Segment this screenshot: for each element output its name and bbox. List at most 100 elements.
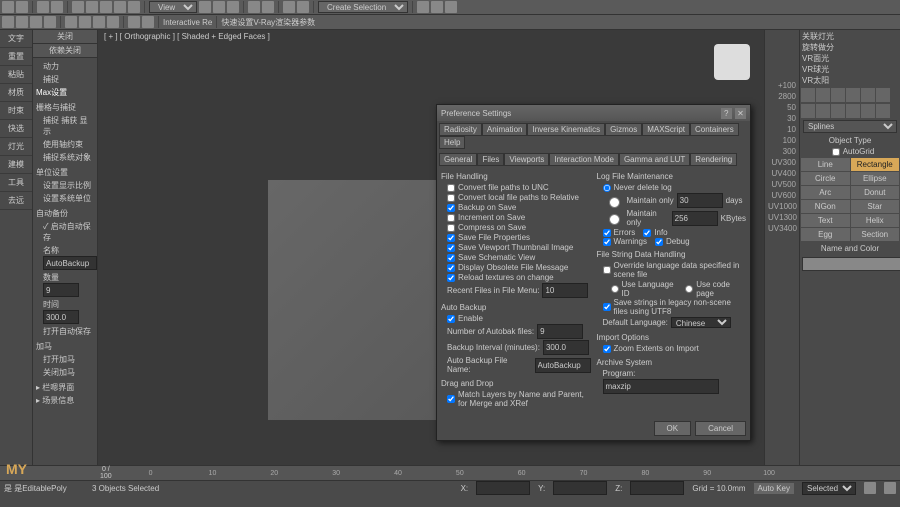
rn[interactable]: 50 — [765, 102, 799, 113]
rn[interactable]: 10 — [765, 124, 799, 135]
rn[interactable]: 30 — [765, 113, 799, 124]
tb-render-icon[interactable] — [431, 1, 443, 13]
motion-tab-icon[interactable] — [846, 88, 860, 102]
chk-enable-autobak[interactable] — [447, 315, 455, 323]
chk-unc[interactable] — [447, 184, 455, 192]
ok-button[interactable]: OK — [654, 421, 692, 436]
rn[interactable]: 100 — [765, 135, 799, 146]
tb2-i-icon[interactable] — [128, 16, 140, 28]
left-item[interactable]: 时束 — [0, 102, 32, 120]
chk-obsolete[interactable] — [447, 264, 455, 272]
geometry-cat-icon[interactable] — [801, 104, 815, 118]
tb-layer-icon[interactable] — [283, 1, 295, 13]
panel-item[interactable]: 设置系统单位 — [33, 192, 97, 205]
viewcube-icon[interactable] — [714, 44, 750, 80]
panel-item[interactable]: 打开加马 — [33, 353, 97, 366]
modify-tab-icon[interactable] — [816, 88, 830, 102]
rn[interactable]: +100 — [765, 80, 799, 91]
tab-files[interactable]: Files — [477, 153, 504, 166]
panel-item[interactable]: 使用轴约束 — [33, 138, 97, 151]
create-line[interactable]: Line — [801, 158, 850, 171]
tb-asnap-icon[interactable] — [213, 1, 225, 13]
tab-gamma[interactable]: Gamma and LUT — [619, 153, 690, 166]
selection-set-dropdown[interactable]: Create Selection Set — [318, 1, 408, 13]
tab-interaction[interactable]: Interaction Mode — [549, 153, 619, 166]
radio-maintain-kb[interactable] — [608, 214, 621, 225]
tb-curve-icon[interactable] — [297, 1, 309, 13]
panel-item[interactable]: ▸ 栏嗯界面 — [33, 381, 97, 394]
create-circle[interactable]: Circle — [801, 172, 850, 185]
panel-item[interactable]: 捕捉 捕获 显示 — [33, 114, 97, 138]
panel-item[interactable]: 动力 — [33, 60, 97, 73]
tab-general[interactable]: General — [439, 153, 477, 166]
panel-item[interactable]: ✓ 启动自动保存 — [33, 220, 97, 244]
left-item[interactable]: 去远 — [0, 192, 32, 210]
left-item[interactable]: 重置 — [0, 48, 32, 66]
tb-redo-icon[interactable] — [16, 1, 28, 13]
tb-psnap-icon[interactable] — [227, 1, 239, 13]
chk-override-lang[interactable] — [603, 266, 611, 274]
chk-errors[interactable] — [603, 229, 611, 237]
create-helix[interactable]: Helix — [851, 214, 900, 227]
tb2-f-icon[interactable] — [79, 16, 91, 28]
chk-compress[interactable] — [447, 224, 455, 232]
tb2-e-icon[interactable] — [65, 16, 77, 28]
chk-reloadtex[interactable] — [447, 274, 455, 282]
panel-item[interactable]: 捕捉 — [33, 73, 97, 86]
left-item[interactable]: 快选 — [0, 120, 32, 138]
tab-rendering[interactable]: Rendering — [690, 153, 737, 166]
tb-name-icon[interactable] — [86, 1, 98, 13]
chk-warnings[interactable] — [603, 238, 611, 246]
panel-backup-name[interactable] — [43, 256, 97, 270]
z-input[interactable] — [630, 481, 684, 495]
key-icon[interactable] — [884, 482, 896, 494]
tb2-h-icon[interactable] — [107, 16, 119, 28]
tb2-label-2[interactable]: 快速设置V-Ray渲染器参数 — [221, 17, 315, 28]
panel-hdr-1[interactable]: 关闭 — [33, 30, 97, 44]
chk-save-utf8[interactable] — [603, 303, 611, 311]
default-language-select[interactable]: Chinese — [671, 317, 731, 328]
create-donut[interactable]: Donut — [851, 186, 900, 199]
tb-unlink-icon[interactable] — [51, 1, 63, 13]
tb-mat-icon[interactable] — [417, 1, 429, 13]
rp[interactable]: VR面光 — [802, 53, 898, 64]
y-input[interactable] — [553, 481, 607, 495]
chk-debug[interactable] — [655, 238, 663, 246]
panel-item[interactable]: 设置显示比例 — [33, 179, 97, 192]
panel-item[interactable]: 打开自动保存 — [33, 325, 97, 338]
x-input[interactable] — [476, 481, 530, 495]
space-cat-icon[interactable] — [876, 104, 890, 118]
create-section[interactable]: Section — [851, 228, 900, 241]
tb-mirror-icon[interactable] — [248, 1, 260, 13]
create-arc[interactable]: Arc — [801, 186, 850, 199]
tb2-g-icon[interactable] — [93, 16, 105, 28]
radio-use-codepage[interactable] — [685, 285, 693, 293]
rp[interactable]: VR太阳 — [802, 75, 898, 86]
panel-item[interactable]: Max设置 — [33, 86, 97, 99]
rn[interactable]: UV3400 — [765, 223, 799, 234]
create-ellipse[interactable]: Ellipse — [851, 172, 900, 185]
rn[interactable]: 300 — [765, 146, 799, 157]
panel-hdr-2[interactable]: 依赖关闭 — [33, 44, 97, 58]
left-item[interactable]: 粘贴 — [0, 66, 32, 84]
tb-move-icon[interactable] — [100, 1, 112, 13]
shapes-cat-icon[interactable] — [816, 104, 830, 118]
timeline[interactable]: 0 / 100 0102030405060708090100 — [0, 465, 900, 480]
tb-scale-icon[interactable] — [128, 1, 140, 13]
rn[interactable]: UV1000 — [765, 201, 799, 212]
object-name-input[interactable] — [802, 257, 900, 271]
rn[interactable]: UV600 — [765, 190, 799, 201]
create-star[interactable]: Star — [851, 200, 900, 213]
panel-item[interactable]: 关闭加马 — [33, 366, 97, 379]
tb-link-icon[interactable] — [37, 1, 49, 13]
create-tab-icon[interactable] — [801, 88, 815, 102]
panel-backup-num[interactable] — [43, 283, 79, 297]
chk-autogrid[interactable] — [832, 148, 840, 156]
radio-never-delete[interactable] — [603, 184, 611, 192]
rn[interactable]: UV1300 — [765, 212, 799, 223]
left-item[interactable]: 灯光 — [0, 138, 32, 156]
tb-undo-icon[interactable] — [2, 1, 14, 13]
chk-fileprops[interactable] — [447, 234, 455, 242]
rn[interactable]: UV400 — [765, 168, 799, 179]
panel-item[interactable]: 捕捉系统对象 — [33, 151, 97, 164]
